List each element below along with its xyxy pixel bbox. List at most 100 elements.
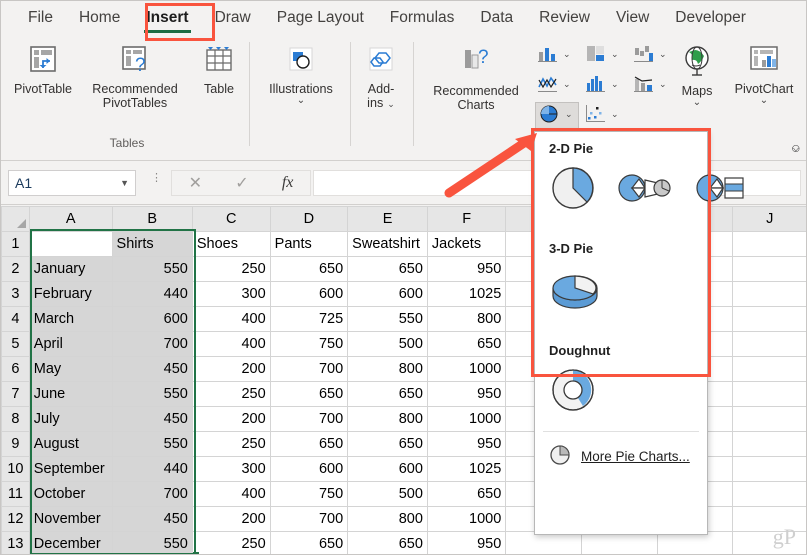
- cell-e5[interactable]: 500: [347, 331, 428, 357]
- more-pie-charts-item[interactable]: More Pie Charts...: [535, 434, 707, 469]
- cell-b11[interactable]: 700: [111, 481, 193, 507]
- cell-a9[interactable]: August: [28, 431, 113, 457]
- statistic-chart-button[interactable]: ⌄: [585, 74, 619, 94]
- cell-d6[interactable]: 700: [269, 356, 349, 382]
- cell-j3[interactable]: [731, 281, 806, 307]
- cell-e11[interactable]: 500: [347, 481, 428, 507]
- waterfall-chart-chevron-down-icon[interactable]: ⌄: [659, 49, 667, 59]
- cell-b5[interactable]: 700: [111, 331, 193, 357]
- column-header-c[interactable]: C: [191, 206, 271, 232]
- row-header-11[interactable]: 11: [1, 481, 30, 507]
- cell-d1[interactable]: Pants: [269, 231, 349, 257]
- combo-chart-button[interactable]: ⌄: [633, 74, 667, 94]
- cell-j9[interactable]: [731, 431, 806, 457]
- hierarchy-chart-button[interactable]: ⌄: [585, 44, 619, 64]
- cell-d10[interactable]: 600: [269, 456, 349, 482]
- cell-f11[interactable]: 650: [426, 481, 507, 507]
- cell-e12[interactable]: 800: [347, 506, 428, 532]
- table-button[interactable]: Table: [193, 44, 245, 96]
- cell-e9[interactable]: 650: [347, 431, 428, 457]
- cell-c2[interactable]: 250: [191, 256, 271, 282]
- cell-f8[interactable]: 1000: [426, 406, 507, 432]
- cell-f9[interactable]: 950: [426, 431, 507, 457]
- cell-c3[interactable]: 300: [191, 281, 271, 307]
- pie-3d-icon[interactable]: [549, 264, 605, 317]
- cell-f12[interactable]: 1000: [426, 506, 507, 532]
- cell-j5[interactable]: [731, 331, 806, 357]
- cell-c7[interactable]: 250: [191, 381, 271, 407]
- cell-d11[interactable]: 750: [269, 481, 349, 507]
- cell-f5[interactable]: 650: [426, 331, 507, 357]
- cell-e8[interactable]: 800: [347, 406, 428, 432]
- pie-of-pie-icon[interactable]: [617, 167, 675, 214]
- cell-c9[interactable]: 250: [191, 431, 271, 457]
- cell-h13[interactable]: [580, 531, 658, 554]
- row-header-2[interactable]: 2: [1, 256, 30, 282]
- name-box-chevron-down-icon[interactable]: ▼: [120, 178, 129, 188]
- scatter-chart-button[interactable]: ⌄: [585, 104, 619, 124]
- cell-e2[interactable]: 650: [347, 256, 428, 282]
- cell-b13[interactable]: 550: [111, 531, 193, 554]
- combo-chart-chevron-down-icon[interactable]: ⌄: [659, 79, 667, 89]
- pie-icon[interactable]: [549, 164, 597, 217]
- addins-chevron-down-icon[interactable]: ⌄: [387, 99, 395, 109]
- cell-a11[interactable]: October: [28, 481, 113, 507]
- cell-b6[interactable]: 450: [111, 356, 193, 382]
- cell-d3[interactable]: 600: [269, 281, 349, 307]
- scatter-chart-chevron-down-icon[interactable]: ⌄: [611, 109, 619, 119]
- cell-g13[interactable]: [505, 531, 582, 554]
- cell-a5[interactable]: April: [28, 331, 113, 357]
- cell-b10[interactable]: 440: [111, 456, 193, 482]
- cell-i13[interactable]: [656, 531, 733, 554]
- addins-button[interactable]: Add- ins ⌄: [357, 44, 405, 110]
- cell-b2[interactable]: 550: [111, 256, 193, 282]
- cell-d9[interactable]: 650: [269, 431, 349, 457]
- cell-e10[interactable]: 600: [347, 456, 428, 482]
- cell-f6[interactable]: 1000: [426, 356, 507, 382]
- cell-a8[interactable]: July: [28, 406, 113, 432]
- bar-of-pie-icon[interactable]: [695, 167, 753, 214]
- cell-d5[interactable]: 750: [269, 331, 349, 357]
- cell-j10[interactable]: [731, 456, 806, 482]
- cell-f10[interactable]: 1025: [426, 456, 507, 482]
- row-header-7[interactable]: 7: [1, 381, 30, 407]
- cell-a13[interactable]: December: [28, 531, 113, 554]
- check-icon[interactable]: ✓: [235, 173, 248, 193]
- pie-chart-button-inner[interactable]: ⌄: [539, 104, 573, 124]
- tab-developer[interactable]: Developer: [662, 5, 759, 32]
- cell-b1[interactable]: Shirts: [111, 231, 193, 257]
- pivotchart-chevron-down-icon[interactable]: ⌄: [727, 96, 801, 106]
- pie-chart-chevron-down-icon[interactable]: ⌄: [565, 109, 573, 119]
- cell-c10[interactable]: 300: [191, 456, 271, 482]
- cell-c5[interactable]: 400: [191, 331, 271, 357]
- illustrations-button[interactable]: Illustrations ⌄: [257, 44, 345, 106]
- column-header-b[interactable]: B: [111, 206, 193, 232]
- row-header-3[interactable]: 3: [1, 281, 30, 307]
- tab-insert[interactable]: Insert: [133, 5, 201, 33]
- column-header-a[interactable]: A: [28, 206, 113, 232]
- column-header-d[interactable]: D: [269, 206, 349, 232]
- cell-a1[interactable]: [28, 231, 113, 257]
- pivottable-button[interactable]: PivotTable: [9, 44, 77, 96]
- statistic-chart-chevron-down-icon[interactable]: ⌄: [611, 79, 619, 89]
- cell-b9[interactable]: 550: [111, 431, 193, 457]
- maps-chevron-down-icon[interactable]: ⌄: [669, 98, 725, 108]
- row-header-12[interactable]: 12: [1, 506, 30, 532]
- column-header-f[interactable]: F: [426, 206, 507, 232]
- cell-f13[interactable]: 950: [426, 531, 507, 554]
- cell-b4[interactable]: 600: [111, 306, 193, 332]
- column-chart-chevron-down-icon[interactable]: ⌄: [563, 49, 571, 59]
- cell-e7[interactable]: 650: [347, 381, 428, 407]
- cell-b7[interactable]: 550: [111, 381, 193, 407]
- tab-formulas[interactable]: Formulas: [377, 5, 468, 32]
- cell-c13[interactable]: 250: [191, 531, 271, 554]
- row-header-9[interactable]: 9: [1, 431, 30, 457]
- cell-a10[interactable]: September: [28, 456, 113, 482]
- column-chart-button[interactable]: ⌄: [537, 44, 571, 64]
- cell-f3[interactable]: 1025: [426, 281, 507, 307]
- cell-f7[interactable]: 950: [426, 381, 507, 407]
- cell-b12[interactable]: 450: [111, 506, 193, 532]
- cell-f4[interactable]: 800: [426, 306, 507, 332]
- cell-d2[interactable]: 650: [269, 256, 349, 282]
- cell-c4[interactable]: 400: [191, 306, 271, 332]
